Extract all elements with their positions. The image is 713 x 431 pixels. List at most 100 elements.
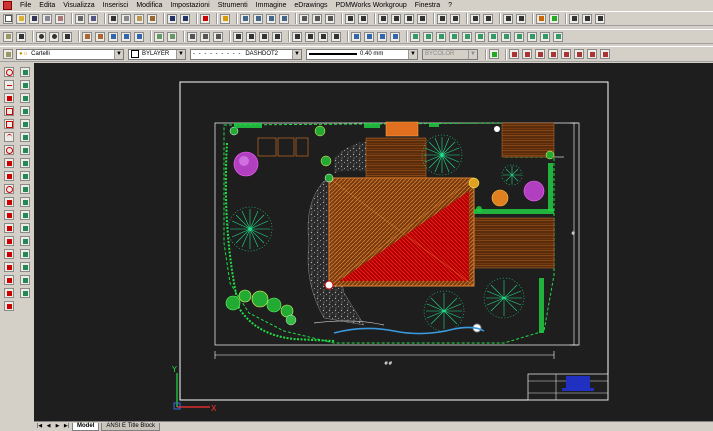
- mirror-draw-icon[interactable]: [4, 262, 14, 272]
- join-icon[interactable]: [20, 223, 30, 233]
- app-icon[interactable]: [3, 1, 12, 10]
- print-icon[interactable]: [75, 13, 85, 24]
- circle-select-icon[interactable]: [36, 31, 46, 42]
- region-icon[interactable]: [213, 31, 223, 42]
- text-icon[interactable]: [233, 31, 243, 42]
- layer-manager-icon[interactable]: [3, 49, 13, 59]
- polygon-icon[interactable]: [4, 106, 14, 116]
- ucs-face-icon[interactable]: [449, 31, 459, 42]
- tool-palette-icon[interactable]: [325, 13, 335, 24]
- array-icon[interactable]: [20, 119, 30, 129]
- text-tool-icon[interactable]: [20, 275, 30, 285]
- hatch-icon[interactable]: [187, 31, 197, 42]
- ucs-x-icon[interactable]: [514, 31, 524, 42]
- viewport6-icon[interactable]: [574, 49, 584, 59]
- group-icon[interactable]: [82, 31, 92, 42]
- fillet-icon[interactable]: [20, 249, 30, 259]
- ucs-3point-icon[interactable]: [501, 31, 511, 42]
- ortho-icon[interactable]: [292, 31, 302, 42]
- menu-edrawings[interactable]: eDrawings: [290, 0, 331, 11]
- rectangle-icon[interactable]: [4, 119, 14, 129]
- linetype-combo[interactable]: - - - - - - - - - DASHDOT2 ▼: [190, 48, 302, 60]
- ellipse-arc-icon[interactable]: [4, 197, 14, 207]
- viewport8-icon[interactable]: [600, 49, 610, 59]
- last-tab-icon[interactable]: ▶|: [63, 423, 70, 430]
- ucs-zaxis-icon[interactable]: [488, 31, 498, 42]
- zoom-window-icon[interactable]: [253, 13, 263, 24]
- line-icon[interactable]: [4, 80, 14, 90]
- viewport3-icon[interactable]: [535, 49, 545, 59]
- cut-icon[interactable]: [108, 13, 118, 24]
- viewport-icon[interactable]: [509, 49, 519, 59]
- zoom-extents-icon[interactable]: [279, 13, 289, 24]
- trim-icon[interactable]: [20, 184, 30, 194]
- copy-clip-icon[interactable]: [121, 13, 131, 24]
- polyline-icon[interactable]: [483, 13, 493, 24]
- redraw-icon[interactable]: [489, 49, 499, 59]
- distance-icon[interactable]: [404, 13, 414, 24]
- menu-pdmworks[interactable]: PDMWorks Workgroup: [331, 0, 410, 11]
- pan-icon[interactable]: [220, 13, 230, 24]
- circle-add-icon[interactable]: [49, 31, 59, 42]
- xref-icon[interactable]: [167, 31, 177, 42]
- menu-edit[interactable]: Edita: [35, 0, 59, 11]
- match-properties-icon[interactable]: [147, 13, 157, 24]
- color-wheel-icon[interactable]: [549, 13, 559, 24]
- shade-icon[interactable]: [377, 31, 387, 42]
- table-icon[interactable]: [259, 31, 269, 42]
- attribute-icon[interactable]: [134, 31, 144, 42]
- field-icon[interactable]: [272, 31, 282, 42]
- ucs-y-icon[interactable]: [527, 31, 537, 42]
- viewport5-icon[interactable]: [561, 49, 571, 59]
- dim-angular-icon[interactable]: [450, 13, 460, 24]
- otrack-icon[interactable]: [331, 31, 341, 42]
- ellipse-icon[interactable]: [4, 184, 14, 194]
- make-block-icon[interactable]: [4, 223, 14, 233]
- ucs-view-icon[interactable]: [462, 31, 472, 42]
- revcloud-icon[interactable]: [4, 158, 14, 168]
- block-icon[interactable]: [108, 31, 118, 42]
- osnap-icon[interactable]: [318, 31, 328, 42]
- zoom-previous-icon[interactable]: [266, 13, 276, 24]
- mtext-icon[interactable]: [246, 31, 256, 42]
- properties-icon[interactable]: [299, 13, 309, 24]
- undo-icon[interactable]: [167, 13, 177, 24]
- circle-icon[interactable]: [4, 67, 14, 77]
- chamfer-icon[interactable]: [20, 236, 30, 246]
- gradient-icon[interactable]: [200, 31, 210, 42]
- tab-layout[interactable]: ANSI E Title Block: [101, 422, 161, 431]
- view-icon[interactable]: [351, 31, 361, 42]
- viewport4-icon[interactable]: [548, 49, 558, 59]
- redo-icon[interactable]: [180, 13, 190, 24]
- menu-help[interactable]: ?: [444, 0, 456, 11]
- ucs-object-icon[interactable]: [436, 31, 446, 42]
- lineweight-combo[interactable]: 0.40 mm ▼: [306, 48, 418, 60]
- crosshair-icon[interactable]: [16, 31, 26, 42]
- prev-tab-icon[interactable]: ◀: [45, 423, 52, 430]
- paste-icon[interactable]: [55, 13, 65, 24]
- region-draw-icon[interactable]: [4, 275, 14, 285]
- zoom-realtime-icon[interactable]: [503, 13, 513, 24]
- ucs-icon[interactable]: [410, 31, 420, 42]
- viewport2-icon[interactable]: [522, 49, 532, 59]
- extend-icon[interactable]: [20, 197, 30, 207]
- erase-icon[interactable]: [20, 67, 30, 77]
- plotstyle-combo[interactable]: BYCOLOR ▼: [422, 48, 478, 60]
- menu-file[interactable]: File: [16, 0, 35, 11]
- drawing-canvas[interactable]: ## # Y X: [34, 63, 713, 421]
- move-object-icon[interactable]: [20, 132, 30, 142]
- zoom-icon[interactable]: [240, 13, 250, 24]
- save-icon[interactable]: [29, 13, 39, 24]
- zoom-in-icon[interactable]: [516, 13, 526, 24]
- ungroup-icon[interactable]: [95, 31, 105, 42]
- tab-model[interactable]: Model: [72, 422, 100, 431]
- viewport7-icon[interactable]: [587, 49, 597, 59]
- paste-clip-icon[interactable]: [134, 13, 144, 24]
- move-icon[interactable]: [62, 31, 72, 42]
- design-center-icon[interactable]: [312, 13, 322, 24]
- menu-view[interactable]: Visualizza: [59, 0, 98, 11]
- window2-icon[interactable]: [582, 13, 592, 24]
- ucs-world-icon[interactable]: [423, 31, 433, 42]
- menu-tools[interactable]: Strumenti: [214, 0, 252, 11]
- menu-modify[interactable]: Modifica: [132, 0, 166, 11]
